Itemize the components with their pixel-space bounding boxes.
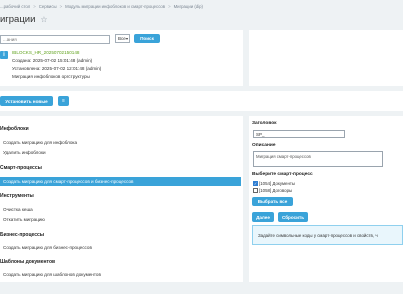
breadcrumb: ...рабочий стол > Сервисы > Модуль мигра… [0, 2, 403, 10]
section-iblocks: Инфоблоки [0, 126, 29, 132]
section-business-processes: Бизнес-процессы [0, 232, 45, 238]
side-panel-top [249, 30, 403, 86]
menu-item-clear-cache[interactable]: Очистка кеша [0, 206, 243, 213]
menu-item-delete-iblocks[interactable]: Удалить инфоблоки [0, 149, 243, 156]
migration-description: Миграция инфоблоков оргструктуры [12, 74, 90, 79]
page-title: играции ☆ [0, 13, 48, 25]
smart-migration-form: Заголовок SP_ Описание Миграция смарт-пр… [249, 116, 403, 282]
chevron-down-icon: ▾ [125, 36, 128, 41]
choose-smart-label: Выберите смарт-процесс [252, 172, 313, 177]
menu-item-create-bp-migration[interactable]: Создать миграцию для бизнес-процессов [0, 244, 243, 251]
search-input[interactable] [0, 35, 110, 44]
menu-item-create-template-migration[interactable]: Создать миграцию для шаблонов документов [0, 271, 243, 278]
smart-option-checkbox[interactable] [253, 188, 258, 193]
breadcrumb-separator: > [33, 3, 36, 9]
actions-panel: Инфоблоки Создать миграцию для инфоблока… [0, 116, 243, 282]
menu-item-create-smart-migration[interactable]: Создать миграцию для смарт-процессов и б… [0, 177, 241, 186]
breadcrumb-separator: > [59, 3, 63, 9]
menu-item-rollback[interactable]: Откатить миграцию [0, 216, 243, 223]
description-textarea[interactable]: Миграция смарт-процессов [253, 151, 383, 167]
toolbar: Установить новые ≡ [0, 91, 403, 111]
search-button[interactable]: Поиск [134, 34, 160, 43]
next-button[interactable]: Далее [252, 212, 274, 222]
info-icon[interactable]: i [0, 51, 8, 59]
select-all-button[interactable]: Выбрать все [252, 197, 293, 206]
info-notice: Задайте символьные коды у смарт-процессо… [252, 225, 403, 245]
header-input[interactable]: SP_ [253, 130, 345, 138]
migration-created: Создана: 2025-07-02 15:01:48 (admin) [12, 58, 93, 63]
migration-installed: Установлена: 2025-07-02 12:01:48 (admin) [12, 66, 102, 71]
migration-name[interactable]: IBLOCKS_HR_20250702150148 [12, 50, 79, 55]
menu-icon[interactable]: ≡ [58, 96, 69, 106]
migration-filter-select-value: Все [118, 36, 126, 41]
smart-option-checkbox[interactable]: ✓ [253, 181, 258, 186]
reset-button[interactable]: Сбросить [278, 212, 308, 222]
page-title-text: играции [0, 13, 36, 25]
breadcrumb-item[interactable]: Сервисы [39, 4, 57, 9]
section-document-templates: Шаблоны документов [0, 259, 56, 265]
section-tools: Инструменты [0, 193, 34, 199]
breadcrumb-item[interactable]: Модуль миграции инфоблоков и смарт-проце… [65, 4, 165, 9]
breadcrumb-separator: > [168, 3, 171, 9]
smart-option-row: [1058] Договоры [253, 188, 292, 193]
section-smart-processes: Смарт-процессы [0, 165, 42, 171]
smart-option-row: ✓ [1054] Документы [253, 181, 295, 186]
description-label: Описание [252, 143, 276, 148]
install-new-button[interactable]: Установить новые [0, 96, 53, 106]
breadcrumb-item[interactable]: Миграции (dip) [174, 4, 203, 9]
breadcrumb-item[interactable]: ...рабочий стол [0, 4, 30, 9]
migration-filter-select[interactable]: Все ▾ [115, 34, 130, 43]
migration-panel: Все Все ▾ Все ▾ Все ▾ [0, 30, 243, 86]
smart-option-label[interactable]: [1054] Документы [259, 181, 295, 186]
star-icon[interactable]: ☆ [40, 15, 47, 24]
smart-option-label[interactable]: [1058] Договоры [259, 188, 292, 193]
menu-item-create-iblock-migration[interactable]: Создать миграцию для инфоблока [0, 139, 243, 146]
header-label: Заголовок [252, 121, 277, 126]
